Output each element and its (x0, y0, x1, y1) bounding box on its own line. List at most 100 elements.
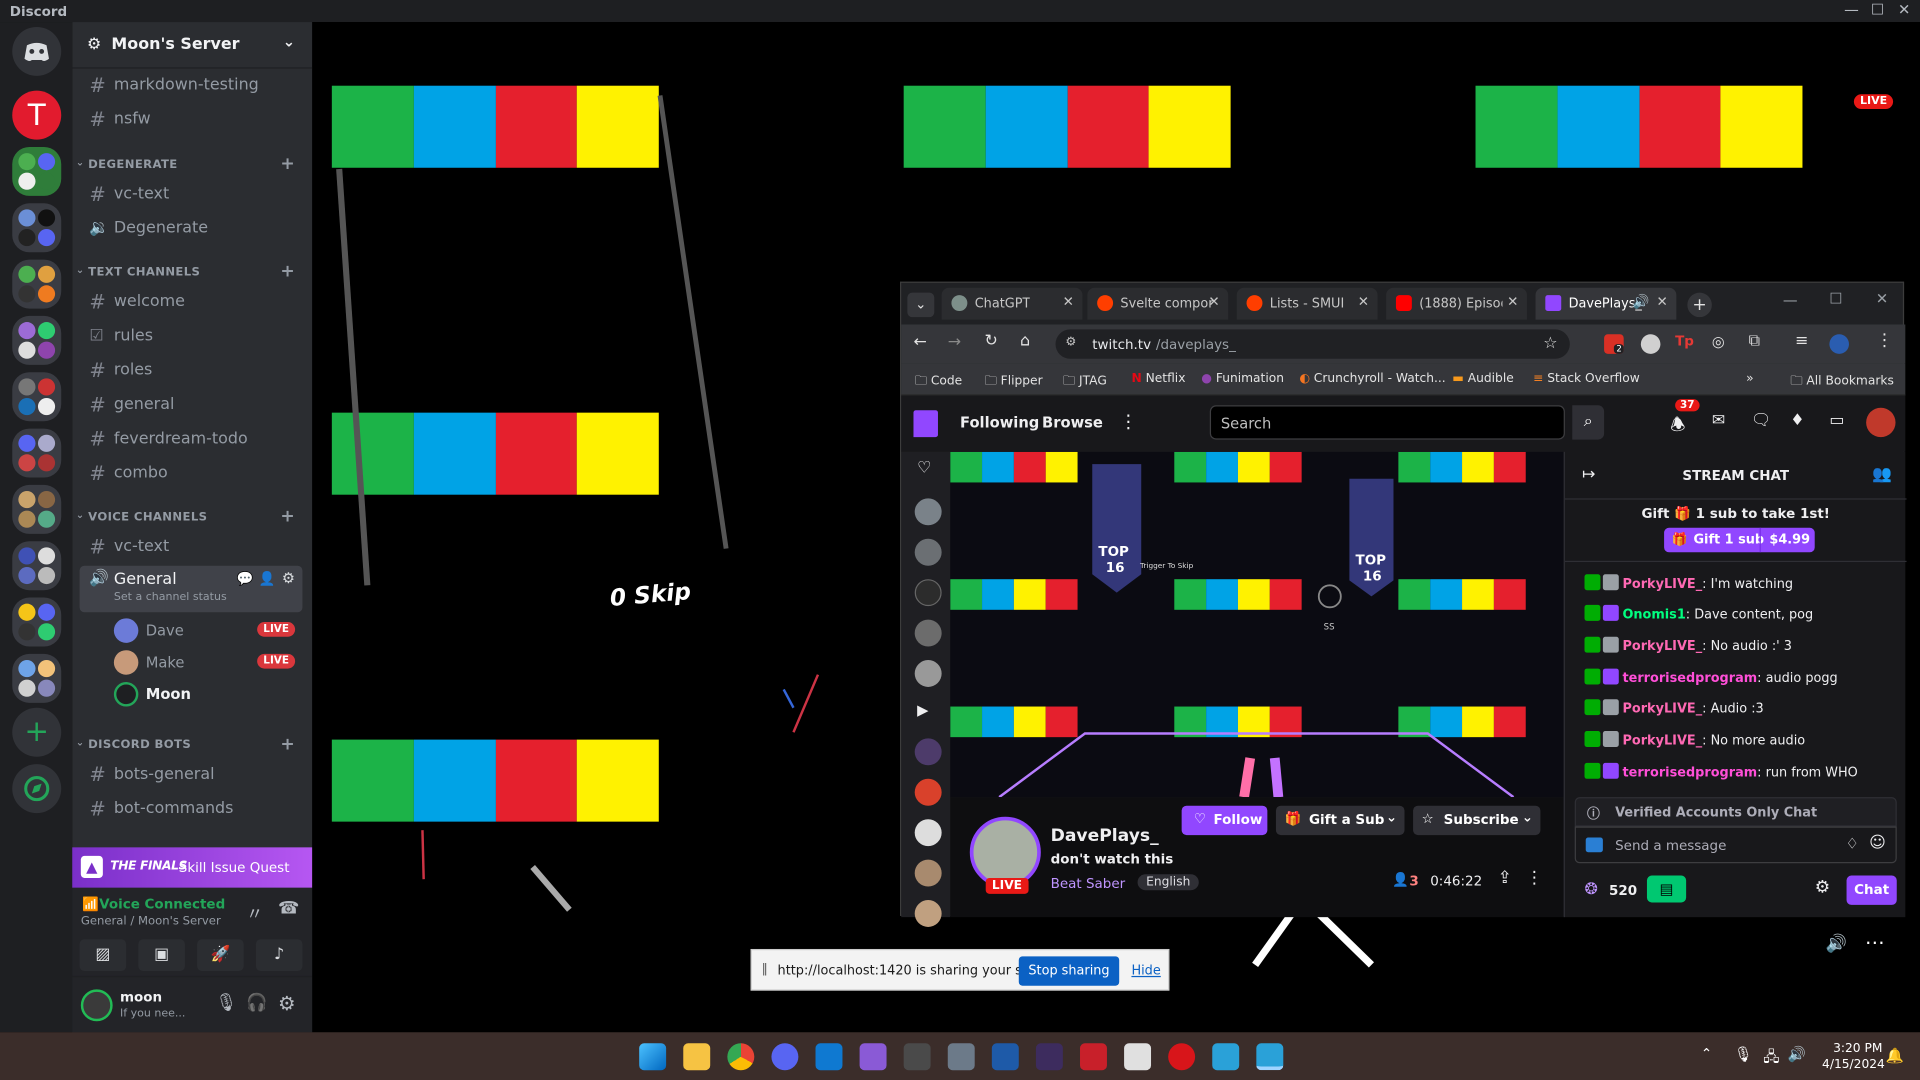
clock-time[interactable]: 3:20 PM (1833, 1042, 1882, 1055)
chat-message[interactable]: terrorisedprogram: run from WHO (1584, 762, 1903, 780)
game-link[interactable]: Beat Saber (1051, 876, 1126, 892)
kebab-menu-icon[interactable]: ⋮ (1119, 410, 1137, 432)
app-icon[interactable] (947, 1043, 975, 1071)
voice-user[interactable]: Make LIVE (113, 648, 303, 677)
server-icon[interactable] (12, 146, 62, 196)
bookmark-item[interactable]: ● Funimation (1201, 372, 1284, 385)
chevron-up-icon[interactable]: ⌃ (1701, 1046, 1712, 1062)
channel-name[interactable]: DavePlays_ (1051, 827, 1159, 847)
channel-avatar[interactable] (914, 900, 942, 927)
heart-icon[interactable]: ♡ (917, 459, 931, 477)
hide-link[interactable]: Hide (1131, 964, 1160, 979)
add-channel-icon[interactable]: + (280, 262, 295, 282)
gift-sub-button[interactable]: 🎁 Gift a Sub ⌄ (1275, 805, 1405, 836)
avatar[interactable] (80, 989, 113, 1022)
add-channel-icon[interactable]: + (280, 154, 295, 174)
close-icon[interactable]: ✕ (1358, 294, 1369, 310)
follow-button[interactable]: ♡ Follow (1181, 805, 1268, 836)
stop-sharing-button[interactable]: Stop sharing (1018, 956, 1120, 986)
bookmark-item[interactable]: 🗀 Flipper (984, 372, 1042, 393)
chat-username[interactable]: PorkyLIVE_ (1622, 733, 1702, 748)
task-view-icon[interactable] (903, 1043, 931, 1071)
channel-item[interactable]: # general (80, 389, 303, 421)
soundboard-icon[interactable]: ♪ (255, 939, 303, 972)
chat-send-button[interactable]: Chat (1846, 875, 1897, 905)
bits-icon[interactable]: ♢ (1846, 835, 1859, 852)
app-icon[interactable] (991, 1043, 1019, 1071)
bookmark-item[interactable]: 🗀 JTAG (1063, 372, 1107, 393)
voice-user[interactable]: Dave LIVE (113, 616, 303, 645)
app-icon[interactable] (1124, 1043, 1152, 1071)
browser-tab[interactable]: (1888) Episode ✕ (1386, 287, 1527, 320)
volume-icon[interactable]: 🔊 (1788, 1046, 1806, 1063)
chat-username[interactable]: PorkyLIVE_ (1622, 702, 1702, 717)
direct-messages-icon[interactable] (12, 26, 62, 76)
chat-message[interactable]: PorkyLIVE_: Audio :3 (1584, 699, 1903, 717)
headphones-icon[interactable]: 🎧 (246, 993, 267, 1013)
add-server-icon[interactable]: + (12, 707, 62, 757)
site-info-icon[interactable]: ⚙ (1065, 336, 1076, 349)
chevron-down-icon[interactable]: ⌄ (283, 33, 295, 50)
discover-icon[interactable] (12, 764, 62, 814)
maximize-icon[interactable]: ☐ (1829, 290, 1842, 307)
bits-icon[interactable]: ▭ (1829, 411, 1844, 429)
terminal-icon[interactable] (1035, 1043, 1063, 1071)
voice-connected-location[interactable]: General / Moon's Server (81, 915, 221, 928)
more-bookmarks-icon[interactable]: » (1746, 372, 1754, 385)
chat-username[interactable]: PorkyLIVE_ (1622, 577, 1702, 592)
bookmark-item[interactable]: N Netflix (1131, 372, 1185, 385)
gear-icon[interactable]: ⚙ (1815, 878, 1830, 898)
channel-item[interactable]: # welcome (80, 287, 303, 319)
search-input[interactable]: Search (1209, 405, 1565, 440)
bookmark-item[interactable]: ▬ Audible (1452, 372, 1514, 385)
channel-item[interactable]: # nsfw (80, 104, 303, 136)
share-icon[interactable]: ⇪ (1498, 868, 1512, 888)
gift-sub-button[interactable]: 🎁 Gift 1 sub $4.99 (1664, 527, 1815, 553)
app-icon-active[interactable] (1256, 1043, 1284, 1071)
channel-avatar[interactable] (914, 498, 942, 526)
network-icon[interactable]: 🖧 (1763, 1046, 1779, 1072)
channel-avatar[interactable] (914, 579, 942, 607)
start-icon[interactable] (639, 1043, 667, 1071)
chat-username[interactable]: terrorisedprogram (1622, 765, 1757, 780)
prime-crown-icon[interactable] (1585, 837, 1603, 853)
add-channel-icon[interactable]: + (280, 507, 295, 527)
media-controls-icon[interactable]: ≡ (1795, 332, 1808, 350)
voice-channel-general[interactable]: 🔊 General Set a channel status 💬 👤 ⚙ (79, 565, 303, 613)
home-icon[interactable]: ⌂ (1020, 332, 1030, 350)
bookmark-item[interactable]: ◐ Crunchyroll - Watch... (1299, 372, 1446, 385)
inbox-icon[interactable]: ✉ (1712, 411, 1725, 429)
kebab-menu-icon[interactable]: ⋮ (1876, 331, 1893, 351)
maximize-icon[interactable]: ☐ (1871, 1, 1884, 18)
chat-message[interactable]: PorkyLIVE_: No audio :' 3 (1584, 636, 1903, 654)
notifications-icon[interactable]: 🕭 (1670, 411, 1685, 440)
new-tab-icon[interactable]: + (1687, 292, 1712, 318)
app-icon[interactable] (1212, 1043, 1240, 1071)
notification-bell-icon[interactable]: 🔔 (1886, 1047, 1904, 1064)
channel-item[interactable]: # bots-general (80, 759, 303, 791)
chat-message[interactable]: PorkyLIVE_: No more audio (1584, 731, 1903, 748)
quest-banner[interactable]: ▲ THE FINALS Skill Issue Quest (72, 847, 313, 888)
profile-avatar[interactable] (1829, 334, 1849, 354)
back-icon[interactable]: ← (913, 333, 926, 351)
community-icon[interactable]: 👥 (1872, 465, 1892, 483)
gear-icon[interactable]: ⚙ (282, 569, 295, 586)
close-icon[interactable]: ✕ (1656, 294, 1667, 310)
channel-item[interactable]: 🔉 Degenerate (80, 213, 303, 245)
browser-tab[interactable]: Lists - SMUI ✕ (1236, 287, 1378, 320)
omnibox[interactable]: ⚙ twitch.tv /daveplays_ ☆ (1055, 329, 1570, 359)
server-folder-icon[interactable] (12, 484, 62, 534)
close-icon[interactable]: ✕ (1876, 290, 1888, 307)
server-folder-icon[interactable] (12, 428, 62, 478)
disconnect-icon[interactable]: ☎ (278, 899, 299, 919)
channel-avatar[interactable] (914, 819, 942, 847)
add-channel-icon[interactable]: + (280, 735, 295, 755)
claim-bonus-icon[interactable]: ▤ (1646, 875, 1687, 903)
kebab-menu-icon[interactable]: ⋮ (1526, 868, 1543, 888)
discord-icon[interactable] (771, 1043, 799, 1071)
channel-item[interactable]: ☑ rules (80, 321, 303, 353)
chat-input[interactable]: Send a message ♢ ☺ (1574, 826, 1897, 864)
channel-item[interactable]: # combo (80, 458, 303, 490)
add-user-icon[interactable]: 👤 (259, 571, 276, 587)
server-folder-icon[interactable] (12, 597, 62, 647)
